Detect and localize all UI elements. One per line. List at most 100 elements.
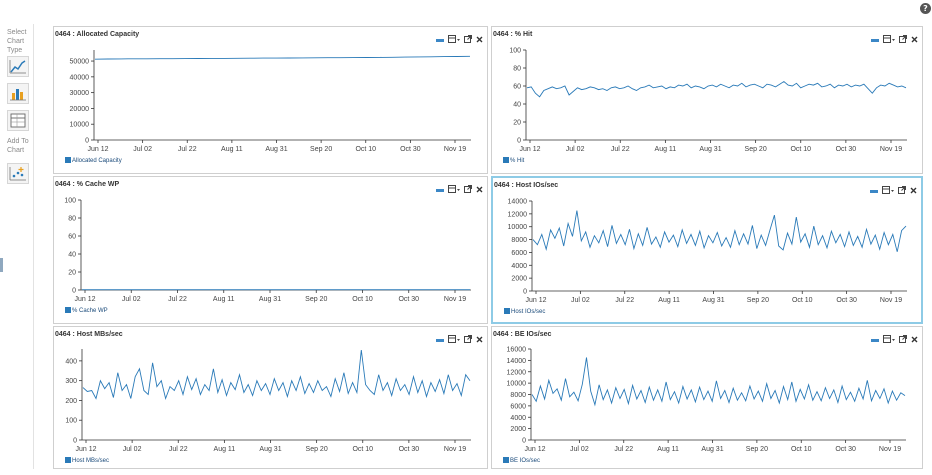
collapse-edge-handle[interactable] [0,258,3,272]
y-tick-label: 14000 [507,358,527,365]
x-tick-label: Jul 02 [571,297,590,304]
allocated-chart-panel[interactable]: 0464 : Allocated Capacity 0 10000 20000 3000… [53,26,488,174]
x-tick-label: Jun 12 [75,446,96,453]
x-tick-label: Jul 22 [615,297,634,304]
x-tick-label: Aug 11 [657,446,679,453]
bar-chart-icon [10,89,26,101]
table-icon [10,113,26,128]
x-tick-label: Nov 19 [444,146,466,153]
table-button[interactable] [7,110,29,131]
chart-svg: 0 20 40 60 80 100 Jun 12 Jul 02 Jul 22 Aug 11 Aug … [509,48,907,153]
x-tick-label: Jul 02 [566,146,585,153]
y-tick-label: 50000 [70,59,90,66]
y-tick-label: 10000 [507,381,527,388]
legend-swatch [65,307,71,313]
y-tick-label: 0 [85,138,89,145]
y-tick-label: 12000 [507,369,527,376]
x-tick-label: Oct 10 [352,446,373,453]
legend-item[interactable]: % Hit [503,157,524,164]
cachewp-chart-panel[interactable]: 0464 : % Cache WP 0 20 40 60 80 100 Jun 12 Jul 0… [53,176,488,324]
legend-swatch [504,308,510,314]
x-tick-label: Jun 12 [525,297,546,304]
y-tick-label: 10000 [70,122,90,129]
x-tick-label: Sep 20 [306,446,328,453]
x-tick-label: Jul 02 [123,446,142,453]
x-tick-label: Nov 19 [880,146,902,153]
chart-svg: 0 20 40 60 80 100 Jun 12 Jul 02 Jul 22 Aug 11 Aug … [64,198,471,303]
x-tick-label: Jul 02 [133,146,152,153]
x-tick-label: Aug 11 [214,446,236,453]
x-tick-label: Aug 31 [259,296,281,303]
y-tick-label: 0 [522,438,526,445]
x-tick-label: Nov 19 [879,446,901,453]
help-icon[interactable]: ? [920,3,931,14]
x-tick-label: Sep 20 [310,146,332,153]
x-tick-label: Aug 31 [259,446,281,453]
x-tick-label: Oct 10 [352,296,373,303]
y-tick-label: 200 [65,398,77,405]
chart-svg: 0 10000 20000 30000 40000 50000 Jun 12 Jul 02 Ju… [70,50,471,153]
scatter-add-icon [9,167,26,181]
y-tick-label: 40 [68,252,76,259]
hostios-chart-panel[interactable]: 0464 : Host IOs/sec 0 2000 4000 6000 8000 1000… [491,176,923,324]
x-tick-label: Aug 31 [702,297,724,304]
x-tick-label: Aug 11 [221,146,243,153]
y-tick-label: 2000 [511,276,527,283]
legend-item[interactable]: Allocated Capacity [65,157,122,164]
chart-svg: 0 100 200 300 400 Jun 12 Jul 02 Jul 22 Aug 11 Aug… [65,349,471,453]
y-tick-label: 0 [523,289,527,296]
x-tick-label: Aug 11 [658,297,680,304]
x-tick-label: Jun 12 [74,296,95,303]
x-tick-label: Jun 12 [519,146,540,153]
series-line [532,210,907,252]
y-tick-label: 30000 [70,90,90,97]
x-tick-label: Aug 31 [699,146,721,153]
bar-chart-button[interactable] [7,83,29,104]
x-tick-label: Jul 22 [611,146,630,153]
legend-item[interactable]: Host IOs/sec [504,308,545,315]
y-tick-label: 4000 [511,263,527,270]
legend-item[interactable]: Host MBs/sec [65,457,109,464]
y-tick-label: 10000 [508,224,528,231]
x-tick-label: Jul 22 [178,146,197,153]
x-tick-label: Sep 20 [305,296,327,303]
y-tick-label: 80 [68,216,76,223]
y-tick-label: 20 [68,270,76,277]
x-tick-label: Jul 02 [122,296,141,303]
legend-label: Allocated Capacity [72,158,122,164]
chart-type-sidebar: Select Chart Type Add To Chart [4,24,34,469]
x-tick-label: Oct 30 [400,146,421,153]
y-tick-label: 12000 [508,211,528,218]
x-tick-label: Jun 12 [524,446,545,453]
y-tick-label: 40000 [70,74,90,81]
series-line [526,80,907,98]
legend-swatch [503,157,509,163]
x-tick-label: Sep 20 [747,297,769,304]
legend-item[interactable]: % Cache WP [65,307,108,314]
legend-label: BE IOs/sec [510,458,541,464]
x-tick-label: Oct 30 [836,146,857,153]
series-line [94,55,471,60]
add-to-chart-button[interactable] [7,163,29,184]
legend-item[interactable]: BE IOs/sec [503,457,540,464]
legend-label: % Hit [510,158,525,164]
chart-svg: 0 2000 4000 6000 8000 10000 12000 14000 16000 Jun… [507,347,906,453]
y-tick-label: 6000 [510,403,526,410]
x-tick-label: Oct 10 [355,146,376,153]
y-tick-label: 100 [509,48,521,55]
x-tick-label: Aug 31 [265,146,287,153]
chart-svg: 0 2000 4000 6000 8000 10000 12000 14000 Jun 12 Ju… [508,199,907,304]
hostmbs-chart-panel[interactable]: 0464 : Host MBs/sec 0 100 200 300 400 Jun 12 Ju… [53,326,488,469]
hit-chart-panel[interactable]: 0464 : % Hit 0 20 40 60 80 100 Jun 12 Jul 02 Jul … [491,26,923,174]
x-tick-label: Oct 10 [792,297,813,304]
legend-label: Host MBs/sec [72,458,110,464]
beios-chart-panel[interactable]: 0464 : BE IOs/sec 0 2000 4000 6000 8000 10000 1… [491,326,923,469]
y-tick-label: 60 [68,234,76,241]
series-line [82,349,471,401]
line-chart-button[interactable] [7,56,29,77]
legend-swatch [65,157,71,163]
legend-swatch [503,457,509,463]
y-tick-label: 2000 [510,426,526,433]
y-tick-label: 16000 [507,347,527,354]
y-tick-label: 8000 [510,392,526,399]
